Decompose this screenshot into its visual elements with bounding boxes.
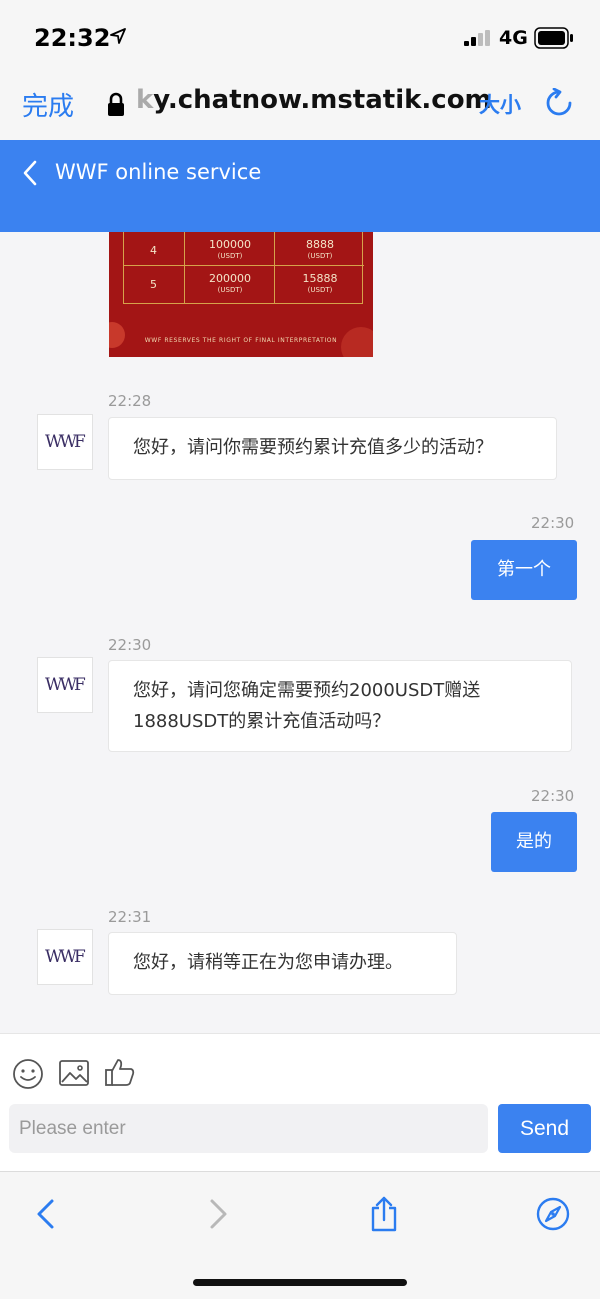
message-bubble-outgoing: 是的	[491, 812, 577, 872]
promo-decoration	[109, 322, 125, 348]
back-arrow-icon[interactable]	[30, 1196, 64, 1232]
message-bubble-incoming: 您好，请问你需要预约累计充值多少的活动？	[108, 417, 557, 480]
promo-table: 4 100000 (USDT) 8888 (USDT) 5 200000 (US…	[123, 232, 364, 304]
message-text-line: 1888USDT的累计充值活动吗？	[133, 711, 391, 732]
promo-amount: 100000 (USDT)	[190, 238, 270, 260]
reload-icon[interactable]	[544, 88, 574, 118]
chat-header: WWF online service	[0, 140, 600, 232]
message-input[interactable]	[9, 1104, 488, 1153]
network-label: 4G	[499, 27, 528, 49]
url-faded-prefix: k	[136, 85, 154, 115]
message-bubble-incoming: 您好，请问您确定需要预约2000USDT赠送 1888USDT的累计充值活动吗？	[108, 660, 572, 752]
status-time: 22:32	[34, 24, 111, 52]
battery-icon	[534, 27, 573, 49]
promo-amount-value: 100000	[209, 238, 251, 251]
send-button[interactable]: Send	[498, 1104, 591, 1153]
message-text: 是的	[516, 831, 552, 852]
promo-index: 5	[150, 278, 157, 291]
message-composer: Send	[0, 1033, 600, 1171]
text-size-button[interactable]: 大小	[479, 89, 521, 119]
promo-amount-value: 200000	[209, 272, 251, 285]
thumbs-up-icon[interactable]	[104, 1056, 136, 1088]
home-indicator	[193, 1279, 407, 1286]
wwf-logo: WWF	[45, 675, 86, 695]
message-bubble-incoming: 您好，请稍等正在为您申请办理。	[108, 932, 457, 995]
promo-bonus: 15888 (USDT)	[280, 272, 360, 294]
promo-row: 5 200000 (USDT) 15888 (USDT)	[124, 268, 364, 300]
promo-amount-unit: (USDT)	[217, 286, 243, 294]
message-time: 22:28	[108, 392, 152, 410]
promo-row: 4 100000 (USDT) 8888 (USDT)	[124, 234, 364, 266]
message-text: 您好，请稍等正在为您申请办理。	[133, 952, 403, 973]
lock-icon	[108, 92, 124, 116]
message-time: 22:30	[108, 636, 152, 654]
promo-bonus: 8888 (USDT)	[280, 238, 360, 260]
avatar: WWF	[37, 929, 93, 985]
smile-icon[interactable]	[12, 1058, 44, 1090]
message-text-line: 您好，请问您确定需要预约2000USDT赠送	[133, 680, 481, 701]
promo-index: 4	[150, 244, 157, 257]
compass-icon[interactable]	[536, 1196, 570, 1232]
promo-bonus-unit: (USDT)	[307, 252, 333, 260]
avatar: WWF	[37, 414, 93, 470]
promo-bonus-value: 15888	[302, 272, 338, 285]
done-button[interactable]: 完成	[22, 86, 74, 123]
wwf-logo: WWF	[45, 432, 86, 452]
url-address[interactable]: ky.chatnow.mstatik.com	[136, 85, 492, 115]
promo-bonus-value: 8888	[306, 238, 334, 251]
status-bar: 22:32 4G	[0, 0, 600, 72]
promo-bonus-unit: (USDT)	[307, 286, 333, 294]
promo-footer-text: WWF RESERVES THE RIGHT OF FINAL INTERPRE…	[144, 337, 338, 344]
browser-url-bar: 完成 ky.chatnow.mstatik.com 大小	[0, 72, 600, 140]
message-time: 22:30	[531, 787, 575, 805]
message-text: 第一个	[497, 559, 551, 580]
location-arrow-icon	[110, 28, 126, 44]
back-chevron-icon[interactable]	[22, 160, 38, 186]
promo-amount: 200000 (USDT)	[190, 272, 270, 294]
promo-amount-unit: (USDT)	[217, 252, 243, 260]
url-domain: y.chatnow.mstatik.com	[153, 85, 492, 115]
wwf-logo: WWF	[45, 947, 86, 967]
avatar: WWF	[37, 657, 93, 713]
image-icon[interactable]	[58, 1058, 90, 1088]
message-text: 您好，请问你需要预约累计充值多少的活动？	[133, 437, 493, 458]
signal-bars-icon	[464, 30, 490, 46]
chat-message-list[interactable]: 4 100000 (USDT) 8888 (USDT) 5 200000 (US…	[0, 232, 600, 1033]
message-bubble-outgoing: 第一个	[471, 540, 577, 600]
chat-title: WWF online service	[55, 160, 262, 184]
message-time: 22:31	[108, 908, 152, 926]
browser-bottom-toolbar	[0, 1171, 600, 1299]
forward-arrow-icon[interactable]	[200, 1196, 234, 1232]
promo-image[interactable]: 4 100000 (USDT) 8888 (USDT) 5 200000 (US…	[109, 232, 373, 357]
share-icon[interactable]	[367, 1196, 401, 1232]
message-time: 22:30	[531, 514, 575, 532]
